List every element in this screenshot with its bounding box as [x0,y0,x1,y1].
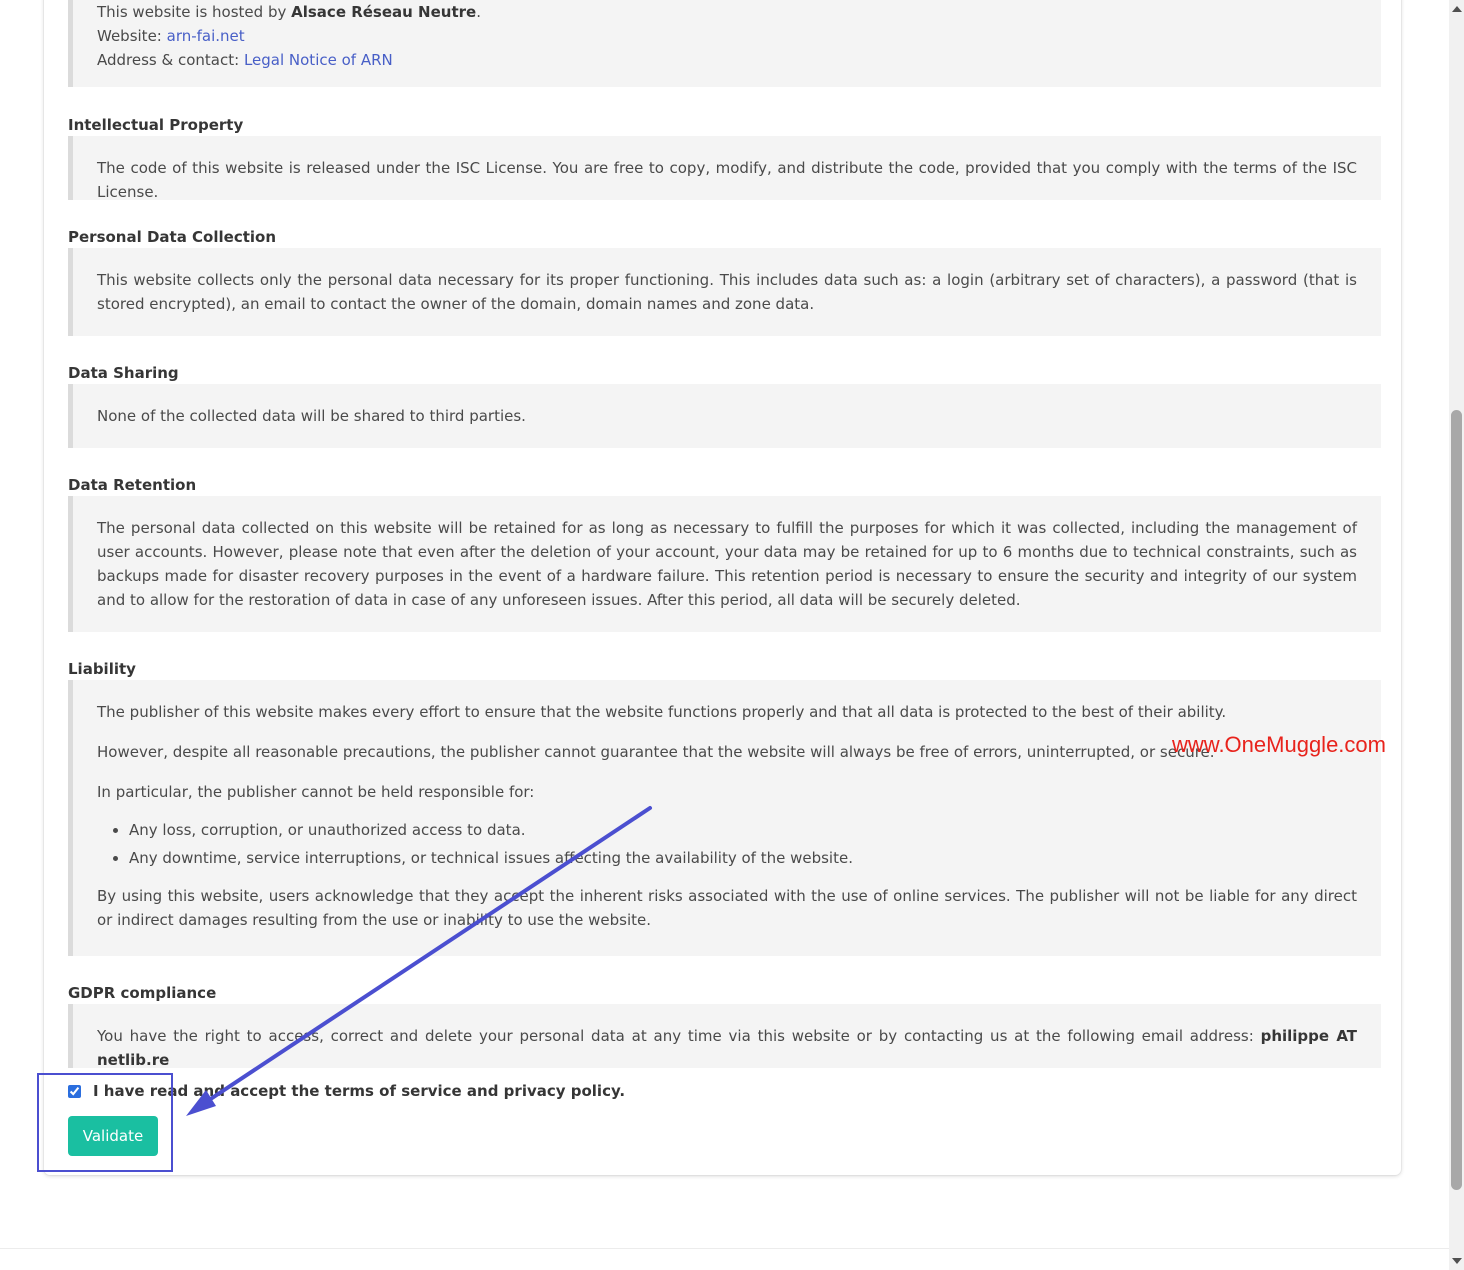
website-link[interactable]: arn-fai.net [167,27,245,45]
retention-block: The personal data collected on this webs… [68,496,1381,632]
liability-heading: Liability [68,660,136,678]
scroll-down-icon[interactable] [1452,1258,1462,1264]
liability-block: The publisher of this website makes ever… [68,680,1381,956]
gdpr-heading: GDPR compliance [68,984,217,1002]
host-name: Alsace Réseau Neutre [291,3,477,21]
ip-text: The code of this website is released und… [97,159,1357,201]
retention-heading: Data Retention [68,476,197,494]
scrollbar[interactable] [1449,0,1464,1270]
watermark-text: www.OneMuggle.com [1172,732,1386,757]
liability-p1: The publisher of this website makes ever… [97,703,1227,721]
liability-p3: In particular, the publisher cannot be h… [97,783,535,801]
personal-data-text: This website collects only the personal … [97,271,1357,313]
website-line: Website: arn-fai.net [97,27,245,45]
sharing-text: None of the collected data will be share… [97,407,526,425]
personal-data-heading: Personal Data Collection [68,228,277,246]
gdpr-text: You have the right to access, correct an… [97,1027,1358,1069]
liability-list: Any loss, corruption, or unauthorized ac… [97,816,1357,872]
liability-p2: However, despite all reasonable precauti… [97,743,1215,761]
retention-text: The personal data collected on this webs… [97,519,1357,609]
liability-p4: By using this website, users acknowledge… [97,887,1357,929]
hosting-line: This website is hosted by Alsace Réseau … [97,3,481,21]
list-item: Any loss, corruption, or unauthorized ac… [129,816,1357,844]
footer-divider [0,1248,1449,1249]
gdpr-block: You have the right to access, correct an… [68,1004,1381,1069]
legal-notice-link[interactable]: Legal Notice of ARN [244,51,393,69]
sharing-heading: Data Sharing [68,364,179,382]
personal-data-block: This website collects only the personal … [68,248,1381,336]
scroll-thumb[interactable] [1451,410,1462,1190]
ip-block: The code of this website is released und… [68,136,1381,201]
address-line: Address & contact: Legal Notice of ARN [97,51,393,69]
list-item: Any downtime, service interruptions, or … [129,844,1357,872]
hosting-block: This website is hosted by Alsace Réseau … [68,0,1381,87]
scroll-up-icon[interactable] [1452,6,1462,12]
sharing-block: None of the collected data will be share… [68,384,1381,448]
highlight-box [37,1073,173,1172]
ip-heading: Intellectual Property [68,116,244,134]
